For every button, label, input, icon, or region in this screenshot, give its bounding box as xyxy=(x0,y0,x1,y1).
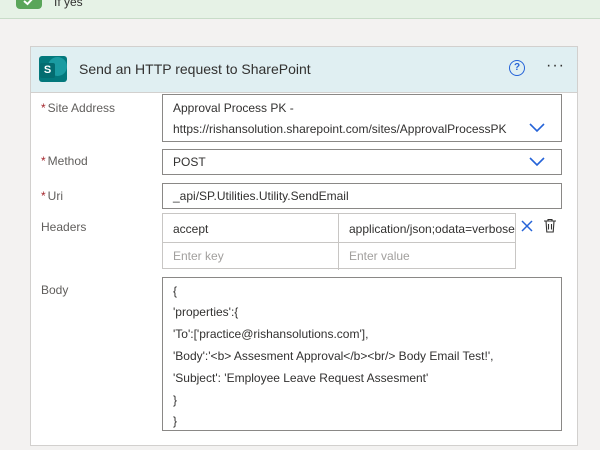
chevron-down-icon[interactable] xyxy=(529,123,545,133)
more-options-icon[interactable]: ··· xyxy=(546,57,565,75)
header-key-input[interactable]: accept xyxy=(173,222,208,236)
body-line: { xyxy=(173,284,178,298)
site-address-name: Approval Process PK - xyxy=(173,101,294,115)
method-label: * Method xyxy=(41,154,88,168)
check-icon xyxy=(16,0,42,9)
http-request-action-card: S Send an HTTP request to SharePoint ? ·… xyxy=(30,46,578,446)
header-value-input[interactable]: application/json;odata=verbose xyxy=(349,222,515,236)
body-textarea[interactable]: { 'properties':{ 'To':['practice@rishans… xyxy=(162,277,562,431)
body-line: 'Body':'<b> Assesment Approval</b><br/> … xyxy=(173,349,494,363)
headers-label: Headers xyxy=(41,220,87,234)
method-dropdown[interactable]: POST xyxy=(162,149,562,175)
uri-value: _api/SP.Utilities.Utility.SendEmail xyxy=(173,189,349,203)
chevron-down-icon[interactable] xyxy=(529,157,545,167)
delete-icon[interactable] xyxy=(543,218,557,233)
body-line: 'Subject': 'Employee Leave Request Asses… xyxy=(173,371,429,385)
help-icon[interactable]: ? xyxy=(509,60,525,76)
close-icon[interactable] xyxy=(521,220,533,232)
headers-table: accept application/json;odata=verbose En… xyxy=(162,213,516,270)
method-value: POST xyxy=(173,155,206,169)
action-card-header[interactable]: S Send an HTTP request to SharePoint ? ·… xyxy=(31,47,577,93)
sharepoint-logo-icon: S xyxy=(39,56,67,82)
body-label: Body xyxy=(41,283,69,297)
site-address-dropdown[interactable]: Approval Process PK - https://rishansolu… xyxy=(162,94,562,142)
body-line: } xyxy=(173,414,178,428)
action-title[interactable]: Send an HTTP request to SharePoint xyxy=(79,61,311,77)
new-header-value-input[interactable]: Enter value xyxy=(349,249,410,263)
body-line: } xyxy=(173,393,178,407)
new-header-key-input[interactable]: Enter key xyxy=(173,249,224,263)
condition-branch-header[interactable]: If yes xyxy=(0,0,600,19)
branch-label: If yes xyxy=(54,0,83,9)
uri-label: * Uri xyxy=(41,189,63,203)
body-line: 'To':['practice@rishansolutions.com'], xyxy=(173,327,369,341)
site-address-label: * Site Address xyxy=(41,101,116,115)
body-line: 'properties':{ xyxy=(173,305,239,319)
site-address-url: https://rishansolution.sharepoint.com/si… xyxy=(173,122,507,136)
uri-input[interactable]: _api/SP.Utilities.Utility.SendEmail xyxy=(162,183,562,209)
